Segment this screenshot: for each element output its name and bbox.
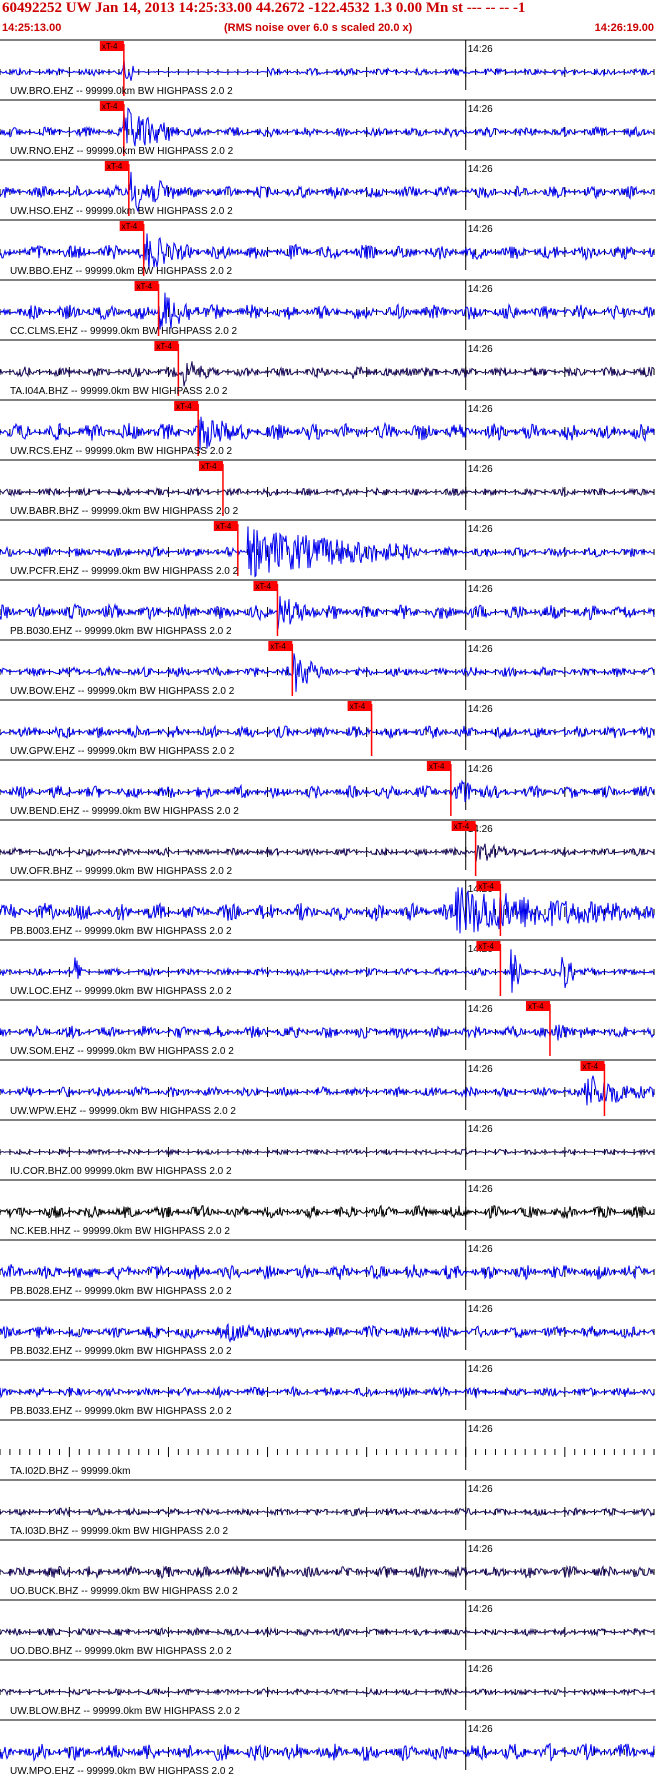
phase-pick-label: xT-4 bbox=[454, 822, 470, 831]
waveform-trace bbox=[0, 1564, 655, 1580]
phase-pick-label: xT-4 bbox=[350, 702, 366, 711]
minute-marker-label: 14:26 bbox=[468, 1724, 493, 1735]
channel-label: UW.OFR.BHZ -- 99999.0km BW HIGHPASS 2.0 … bbox=[10, 866, 233, 877]
channel-label: PB.B030.EHZ -- 99999.0km BW HIGHPASS 2.0… bbox=[10, 626, 232, 637]
phase-pick-label: xT-4 bbox=[102, 42, 118, 51]
channel-label: UO.DBO.BHZ -- 99999.0km BW HIGHPASS 2.0 … bbox=[10, 1646, 232, 1657]
minute-marker-label: 14:26 bbox=[468, 1364, 493, 1375]
seismogram-page: 60492252 UW Jan 14, 2013 14:25:33.00 44.… bbox=[0, 0, 656, 1778]
channel-label: PB.B003.EHZ -- 99999.0km BW HIGHPASS 2.0… bbox=[10, 926, 232, 937]
channel-label: TA.I02D.BHZ -- 99999.0km bbox=[10, 1466, 130, 1477]
phase-pick-label: xT-4 bbox=[255, 582, 271, 591]
minute-marker-label: 14:26 bbox=[468, 224, 493, 235]
minute-marker-label: 14:26 bbox=[468, 1004, 493, 1015]
waveform-trace bbox=[0, 233, 655, 270]
minute-marker-label: 14:26 bbox=[468, 584, 493, 595]
minute-marker-label: 14:26 bbox=[468, 164, 493, 175]
channel-label: UW.MPO.EHZ -- 99999.0km BW HIGHPASS 2.0 … bbox=[10, 1766, 234, 1777]
minute-marker-label: 14:26 bbox=[468, 464, 493, 475]
minute-marker-label: 14:26 bbox=[468, 1424, 493, 1435]
channel-label: PB.B033.EHZ -- 99999.0km BW HIGHPASS 2.0… bbox=[10, 1406, 232, 1417]
minute-marker-label: 14:26 bbox=[468, 644, 493, 655]
phase-pick-label: xT-4 bbox=[122, 222, 138, 231]
channel-label: UW.HSO.EHZ -- 99999.0km BW HIGHPASS 2.0 … bbox=[10, 206, 233, 217]
waveform-trace bbox=[0, 107, 655, 147]
channel-label: UW.SOM.EHZ -- 99999.0km BW HIGHPASS 2.0 … bbox=[10, 1046, 234, 1057]
channel-label: IU.COR.BHZ.00 99999.0km BW HIGHPASS 2.0 … bbox=[10, 1166, 232, 1177]
phase-pick-label: xT-4 bbox=[102, 102, 118, 111]
phase-pick-label: xT-4 bbox=[216, 522, 232, 531]
channel-label: UW.RCS.EHZ -- 99999.0km BW HIGHPASS 2.0 … bbox=[10, 446, 233, 457]
waveform-trace bbox=[0, 843, 655, 862]
waveform-trace bbox=[0, 1075, 655, 1106]
waveform-trace bbox=[0, 779, 655, 803]
channel-label: CC.CLMS.EHZ -- 99999.0km BW HIGHPASS 2.0… bbox=[10, 326, 238, 337]
channel-label: UW.BABR.BHZ -- 99999.0km BW HIGHPASS 2.0… bbox=[10, 506, 239, 517]
minute-marker-label: 14:26 bbox=[468, 764, 493, 775]
seismogram-plot: 14:26 xT-4 UW.BRO.EHZ -- 99999.0km BW HIGH… bbox=[0, 39, 656, 1777]
channel-label: UW.BLOW.BHZ -- 99999.0km BW HIGHPASS 2.0… bbox=[10, 1706, 240, 1717]
channel-label: UW.BBO.EHZ -- 99999.0km BW HIGHPASS 2.0 … bbox=[10, 266, 233, 277]
channel-label: UW.PCFR.EHZ -- 99999.0km BW HIGHPASS 2.0… bbox=[10, 566, 239, 577]
minute-marker-label: 14:26 bbox=[468, 284, 493, 295]
channel-label: TA.I03D.BHZ -- 99999.0km BW HIGHPASS 2.0… bbox=[10, 1526, 228, 1537]
phase-pick-label: xT-4 bbox=[137, 282, 153, 291]
minute-marker-label: 14:26 bbox=[468, 404, 493, 415]
phase-pick-label: xT-4 bbox=[478, 942, 494, 951]
phase-pick-label: xT-4 bbox=[201, 462, 217, 471]
channel-label: UW.WPW.EHZ -- 99999.0km BW HIGHPASS 2.0 … bbox=[10, 1106, 236, 1117]
phase-pick-label: xT-4 bbox=[582, 1062, 598, 1071]
minute-marker-label: 14:26 bbox=[468, 344, 493, 355]
channel-label: UO.BUCK.BHZ -- 99999.0km BW HIGHPASS 2.0… bbox=[10, 1586, 238, 1597]
minute-marker-label: 14:26 bbox=[468, 1664, 493, 1675]
channel-label: NC.KEB.HHZ -- 99999.0km BW HIGHPASS 2.0 … bbox=[10, 1226, 230, 1237]
phase-pick-label: xT-4 bbox=[528, 1002, 544, 1011]
minute-marker-label: 14:26 bbox=[468, 1184, 493, 1195]
minute-marker-label: 14:26 bbox=[468, 524, 493, 535]
channel-label: UW.BOW.EHZ -- 99999.0km BW HIGHPASS 2.0 … bbox=[10, 686, 235, 697]
minute-marker-label: 14:26 bbox=[468, 1604, 493, 1615]
minute-marker-label: 14:26 bbox=[468, 1064, 493, 1075]
channel-label: PB.B028.EHZ -- 99999.0km BW HIGHPASS 2.0… bbox=[10, 1286, 232, 1297]
minute-marker-label: 14:26 bbox=[468, 1124, 493, 1135]
minute-marker-label: 14:26 bbox=[468, 1244, 493, 1255]
phase-pick-label: xT-4 bbox=[429, 762, 445, 771]
channel-label: UW.BRO.EHZ -- 99999.0km BW HIGHPASS 2.0 … bbox=[10, 86, 233, 97]
channel-label: UW.LOC.EHZ -- 99999.0km BW HIGHPASS 2.0 … bbox=[10, 986, 232, 997]
channel-label: UW.RNO.EHZ -- 99999.0km BW HIGHPASS 2.0 … bbox=[10, 146, 234, 157]
channel-label: UW.BEND.EHZ -- 99999.0km BW HIGHPASS 2.0… bbox=[10, 806, 239, 817]
channel-label: UW.GPW.EHZ -- 99999.0km BW HIGHPASS 2.0 … bbox=[10, 746, 235, 757]
phase-pick-label: xT-4 bbox=[478, 882, 494, 891]
minute-marker-label: 14:26 bbox=[468, 1544, 493, 1555]
channel-label: TA.I04A.BHZ -- 99999.0km BW HIGHPASS 2.0… bbox=[10, 386, 228, 397]
minute-marker-label: 14:26 bbox=[468, 1304, 493, 1315]
phase-pick-label: xT-4 bbox=[107, 162, 123, 171]
waveform-trace bbox=[0, 292, 655, 330]
phase-pick-label: xT-4 bbox=[156, 342, 172, 351]
minute-marker-label: 14:26 bbox=[468, 1484, 493, 1495]
minute-marker-label: 14:26 bbox=[468, 704, 493, 715]
channel-label: PB.B032.EHZ -- 99999.0km BW HIGHPASS 2.0… bbox=[10, 1346, 232, 1357]
minute-marker-label: 14:26 bbox=[468, 104, 493, 115]
minute-marker-label: 14:26 bbox=[468, 44, 493, 55]
waveform-trace bbox=[0, 724, 655, 740]
phase-pick-label: xT-4 bbox=[270, 642, 286, 651]
waveform-trace bbox=[0, 1024, 655, 1041]
phase-pick-label: xT-4 bbox=[176, 402, 192, 411]
